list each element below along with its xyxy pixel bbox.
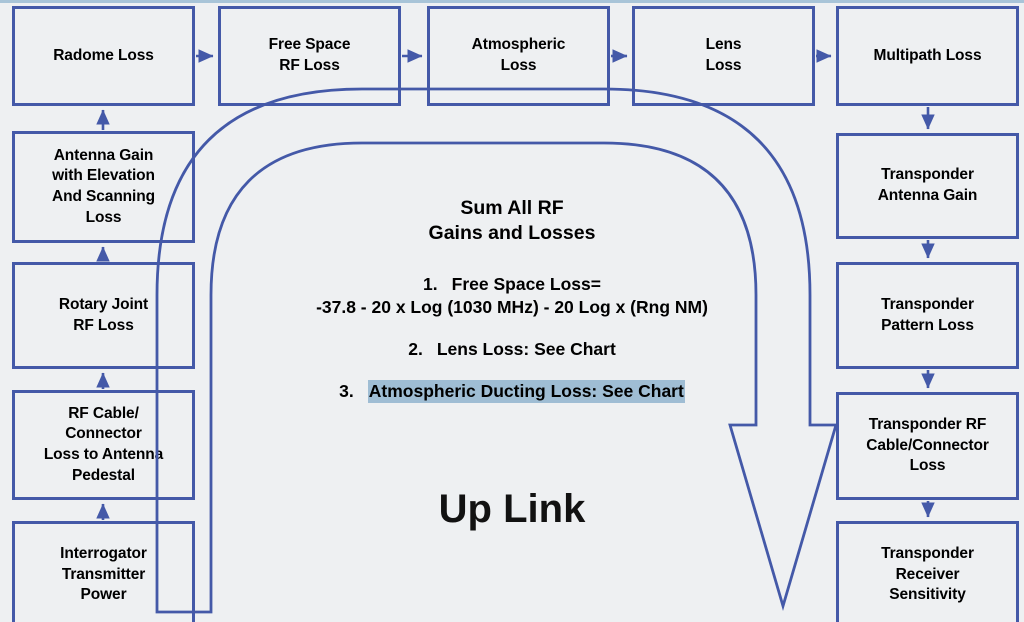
node-rf-cable-connector-loss-to-antenna-pedestal[interactable]: RF Cable/ Connector Loss to Antenna Pede… [12, 390, 195, 500]
diagram-canvas: Radome Loss Free Space RF Loss Atmospher… [0, 0, 1024, 622]
node-transponder-receiver-sensitivity[interactable]: Transponder Receiver Sensitivity [836, 521, 1019, 622]
node-label: Transponder RF Cable/Connector Loss [866, 416, 989, 475]
node-label: Multipath Loss [873, 46, 982, 64]
center-item-1-number: 1. [423, 273, 438, 294]
node-label: Transponder Pattern Loss [881, 295, 974, 334]
node-lens-loss[interactable]: Lens Loss [632, 6, 815, 106]
node-label: RF Cable/ Connector Loss to Antenna Pede… [43, 404, 164, 484]
node-label: Transponder Receiver Sensitivity [881, 545, 974, 604]
center-heading: Sum All RF Gains and Losses [428, 197, 596, 245]
node-label: Atmospheric Loss [471, 36, 566, 74]
center-item-1-formula: -37.8 - 20 x Log (1030 MHz) - 20 Log x (… [316, 297, 708, 318]
node-multipath-loss[interactable]: Multipath Loss [836, 6, 1019, 106]
node-radome-loss[interactable]: Radome Loss [12, 6, 195, 106]
node-antenna-gain-elevation-scanning-loss[interactable]: Antenna Gain with Elevation And Scanning… [12, 131, 195, 243]
center-item-2-text: Lens Loss: See Chart [436, 338, 616, 359]
center-item-1: 1. Free Space Loss= [212, 273, 812, 297]
node-label: Lens Loss [705, 36, 742, 74]
node-label: Free Space RF Loss [268, 36, 351, 74]
center-item-2: 2. Lens Loss: See Chart [212, 338, 812, 362]
center-panel: Sum All RF Gains and Losses 1. Free Space… [212, 196, 812, 404]
node-label: Transponder Antenna Gain [877, 166, 978, 204]
node-label: Rotary Joint RF Loss [58, 295, 149, 334]
node-free-space-rf-loss[interactable]: Free Space RF Loss [218, 6, 401, 106]
node-label: Interrogator Transmitter Power [60, 545, 147, 604]
node-transponder-antenna-gain[interactable]: Transponder Antenna Gain [836, 133, 1019, 239]
node-interrogator-transmitter-power[interactable]: Interrogator Transmitter Power [12, 521, 195, 622]
uplink-title: Up Link [438, 487, 586, 531]
center-item-3: 3. Atmospheric Ducting Loss: See Chart [212, 379, 812, 404]
center-item-3-number: 3. [339, 380, 354, 401]
center-item-3-text-highlighted: Atmospheric Ducting Loss: See Chart [367, 379, 685, 404]
node-atmospheric-loss[interactable]: Atmospheric Loss [427, 6, 610, 106]
center-item-2-number: 2. [408, 338, 423, 359]
node-transponder-pattern-loss[interactable]: Transponder Pattern Loss [836, 262, 1019, 369]
node-label: Radome Loss [53, 46, 154, 64]
top-accent-band [0, 0, 1024, 3]
node-label: Antenna Gain with Elevation And Scanning… [52, 146, 155, 226]
node-transponder-rf-cable-connector-loss[interactable]: Transponder RF Cable/Connector Loss [836, 392, 1019, 500]
node-rotary-joint-rf-loss[interactable]: Rotary Joint RF Loss [12, 262, 195, 369]
center-item-1-text: Free Space Loss= [451, 273, 601, 294]
